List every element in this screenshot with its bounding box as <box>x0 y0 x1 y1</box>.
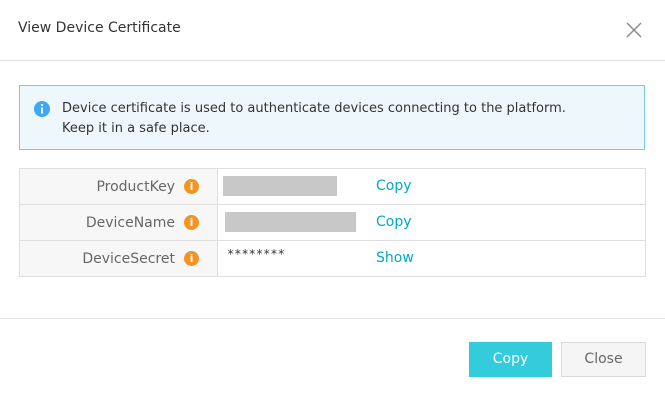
device-name-label: DeviceName <box>85 214 175 231</box>
device-secret-label: DeviceSecret <box>82 250 175 267</box>
device-secret-value: ******** <box>227 247 285 261</box>
row-value-cell: Copy <box>217 204 646 241</box>
show-device-secret-link[interactable]: Show <box>376 250 414 266</box>
table-row-device-name: DeviceName i Copy <box>19 204 646 241</box>
certificate-table: ProductKey i Copy DeviceName i Copy Device… <box>19 168 646 277</box>
footer-divider <box>0 318 665 319</box>
redacted-value <box>223 176 337 196</box>
row-label-cell: DeviceName i <box>19 204 218 241</box>
dialog-header: View Device Certificate <box>0 0 665 61</box>
notice-line-2: Keep it in a safe place. <box>62 121 210 136</box>
notice-text: Device certificate is used to authentica… <box>62 99 632 139</box>
row-value-cell: Copy <box>217 168 646 205</box>
table-row-device-secret: DeviceSecret i ******** Show <box>19 240 646 277</box>
info-icon[interactable]: i <box>184 215 199 230</box>
info-icon[interactable]: i <box>184 179 199 194</box>
notice-box: Device certificate is used to authentica… <box>19 85 645 150</box>
info-icon <box>34 101 50 117</box>
row-label-cell: DeviceSecret i <box>19 240 218 277</box>
table-row-product-key: ProductKey i Copy <box>19 168 646 205</box>
row-label-cell: ProductKey i <box>19 168 218 205</box>
notice-line-1: Device certificate is used to authentica… <box>62 101 566 116</box>
dialog-title: View Device Certificate <box>18 20 181 36</box>
copy-device-name-link[interactable]: Copy <box>376 214 412 230</box>
copy-product-key-link[interactable]: Copy <box>376 178 412 194</box>
certificate-dialog: View Device Certificate Device certifica… <box>0 0 665 398</box>
info-icon[interactable]: i <box>184 251 199 266</box>
product-key-label: ProductKey <box>96 178 175 195</box>
close-icon[interactable] <box>624 20 644 40</box>
copy-button[interactable]: Copy <box>469 342 552 377</box>
redacted-value <box>225 212 356 232</box>
row-value-cell: ******** Show <box>217 240 646 277</box>
close-button[interactable]: Close <box>561 342 646 377</box>
